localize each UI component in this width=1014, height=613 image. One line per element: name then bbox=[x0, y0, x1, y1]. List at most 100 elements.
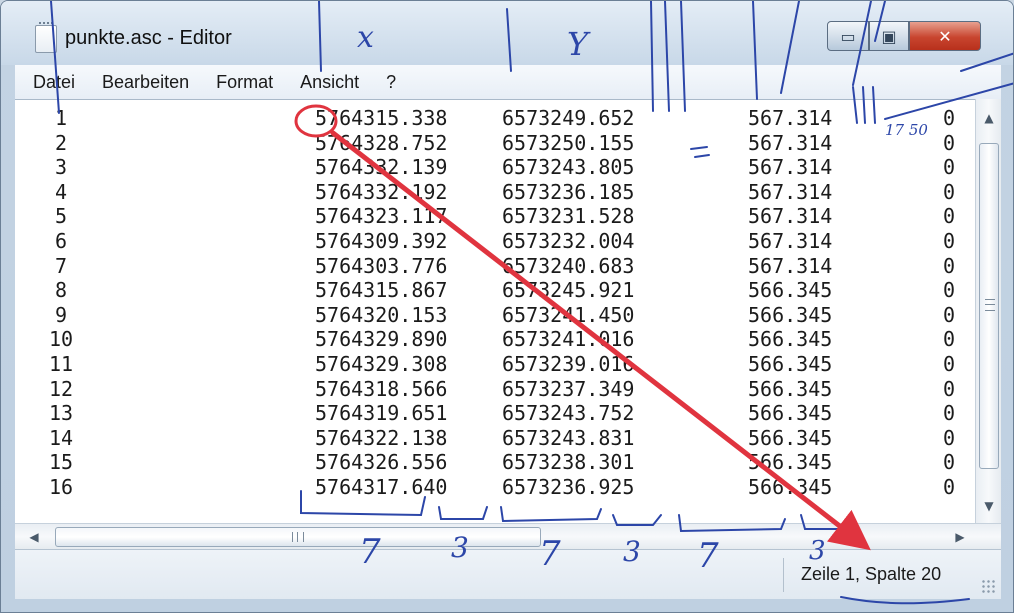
x-coordinate: 5764332.192 bbox=[315, 179, 448, 204]
text-line[interactable]: 1 5764315.338 6573249.652 567.314 0 bbox=[15, 106, 975, 130]
line-number: 14 bbox=[48, 425, 74, 450]
flag-value: 0 bbox=[943, 475, 956, 499]
menu-bearbeiten[interactable]: Bearbeiten bbox=[86, 72, 200, 93]
title-bar[interactable]: punkte.asc - Editor ▭ ▣ ✕ bbox=[1, 1, 1013, 65]
text-line[interactable]: 9 5764320.153 6573241.450 566.345 0 bbox=[15, 303, 975, 327]
text-line[interactable]: 7 5764303.776 6573240.683 567.314 0 bbox=[15, 254, 975, 278]
flag-value: 0 bbox=[943, 352, 956, 376]
flag-value: 0 bbox=[943, 376, 956, 401]
x-coordinate: 5764323.117 bbox=[315, 204, 448, 229]
text-line[interactable]: 12 5764318.566 6573237.349 566.345 0 bbox=[15, 377, 975, 401]
window-title: punkte.asc - Editor bbox=[65, 27, 232, 49]
line-number: 13 bbox=[48, 401, 74, 426]
text-line[interactable]: 15 5764326.556 6573238.301 566.345 0 bbox=[15, 450, 975, 474]
x-coordinate: 5764303.776 bbox=[315, 253, 448, 278]
text-line[interactable]: 2 5764328.752 6573250.155 567.314 0 bbox=[15, 131, 975, 155]
y-coordinate: 6573232.004 bbox=[502, 229, 635, 253]
y-coordinate: 6573245.921 bbox=[502, 278, 635, 303]
menu-ansicht[interactable]: Ansicht bbox=[284, 72, 370, 93]
z-value: 566.345 bbox=[748, 327, 833, 352]
cursor-position: Zeile 1, Spalte 20 bbox=[801, 564, 942, 584]
line-number: 11 bbox=[48, 352, 74, 376]
menu-datei[interactable]: Datei bbox=[15, 72, 86, 93]
scroll-right-arrow-icon[interactable]: ▶ bbox=[947, 524, 973, 550]
text-line[interactable]: 4 5764332.192 6573236.185 567.314 0 bbox=[15, 180, 975, 204]
text-line[interactable]: 11 5764329.308 6573239.016 566.345 0 bbox=[15, 352, 975, 376]
flag-value: 0 bbox=[943, 106, 956, 130]
menu-bar: Datei Bearbeiten Format Ansicht ? bbox=[15, 65, 1001, 99]
z-value: 567.314 bbox=[748, 204, 833, 229]
text-line[interactable]: 14 5764322.138 6573243.831 566.345 0 bbox=[15, 426, 975, 450]
minimize-button[interactable]: ▭ bbox=[827, 21, 869, 51]
text-line[interactable]: 10 5764329.890 6573241.016 566.345 0 bbox=[15, 327, 975, 351]
text-line[interactable]: 16 5764317.640 6573236.925 566.345 0 bbox=[15, 475, 975, 499]
x-coordinate: 5764315.867 bbox=[315, 278, 448, 303]
z-value: 566.345 bbox=[748, 376, 833, 401]
horizontal-grip-icon bbox=[292, 532, 304, 542]
resize-grip-icon[interactable] bbox=[981, 579, 995, 593]
y-coordinate: 6573243.805 bbox=[502, 155, 635, 180]
scroll-left-arrow-icon[interactable]: ◀ bbox=[21, 524, 47, 550]
x-coordinate: 5764317.640 bbox=[315, 475, 448, 499]
x-coordinate: 5764315.338 bbox=[315, 106, 448, 130]
z-value: 566.345 bbox=[748, 401, 833, 426]
x-coordinate: 5764320.153 bbox=[315, 302, 448, 327]
line-number: 4 bbox=[54, 179, 68, 204]
y-coordinate: 6573243.752 bbox=[502, 401, 635, 426]
y-coordinate: 6573243.831 bbox=[502, 425, 635, 450]
status-bar: Zeile 1, Spalte 20 bbox=[15, 549, 1001, 599]
line-number: 7 bbox=[54, 253, 68, 278]
z-value: 566.345 bbox=[748, 475, 833, 499]
x-coordinate: 5764329.308 bbox=[315, 352, 448, 376]
vertical-scroll-thumb[interactable] bbox=[979, 143, 999, 469]
text-line[interactable]: 13 5764319.651 6573243.752 566.345 0 bbox=[15, 401, 975, 425]
flag-value: 0 bbox=[943, 204, 956, 229]
maximize-icon: ▣ bbox=[881, 26, 897, 46]
line-number: 15 bbox=[48, 450, 74, 475]
text-line[interactable]: 6 5764309.392 6573232.004 567.314 0 bbox=[15, 229, 975, 253]
y-coordinate: 6573231.528 bbox=[502, 204, 635, 229]
text-line[interactable]: 3 5764332.139 6573243.805 567.314 0 bbox=[15, 155, 975, 179]
z-value: 566.345 bbox=[748, 278, 833, 303]
notepad-document-icon bbox=[35, 22, 57, 53]
y-coordinate: 6573236.925 bbox=[502, 475, 635, 499]
z-value: 567.314 bbox=[748, 130, 833, 155]
y-coordinate: 6573240.683 bbox=[502, 253, 635, 278]
flag-value: 0 bbox=[943, 450, 956, 475]
flag-value: 0 bbox=[943, 425, 956, 450]
close-icon: ✕ bbox=[938, 26, 952, 46]
x-coordinate: 5764318.566 bbox=[315, 376, 448, 401]
scroll-down-arrow-icon[interactable]: ▼ bbox=[976, 493, 1002, 519]
flag-value: 0 bbox=[943, 327, 956, 352]
text-line[interactable]: 8 5764315.867 6573245.921 566.345 0 bbox=[15, 278, 975, 302]
line-number: 12 bbox=[48, 376, 74, 401]
z-value: 567.314 bbox=[748, 179, 833, 204]
z-value: 566.345 bbox=[748, 302, 833, 327]
horizontal-scroll-thumb[interactable] bbox=[55, 527, 541, 547]
y-coordinate: 6573250.155 bbox=[502, 130, 635, 155]
menu-format[interactable]: Format bbox=[200, 72, 284, 93]
text-line[interactable]: 5 5764323.117 6573231.528 567.314 0 bbox=[15, 204, 975, 228]
x-coordinate: 5764309.392 bbox=[315, 229, 448, 253]
horizontal-scrollbar[interactable]: ◀ ▶ bbox=[15, 523, 1001, 549]
x-coordinate: 5764319.651 bbox=[315, 401, 448, 426]
z-value: 567.314 bbox=[748, 229, 833, 253]
line-number: 3 bbox=[54, 155, 68, 180]
editor-window: punkte.asc - Editor ▭ ▣ ✕ Datei Bearbeit… bbox=[0, 0, 1014, 613]
vertical-scrollbar[interactable]: ▲ ▼ bbox=[975, 99, 1001, 523]
maximize-button[interactable]: ▣ bbox=[869, 21, 909, 51]
y-coordinate: 6573241.450 bbox=[502, 302, 635, 327]
z-value: 567.314 bbox=[748, 253, 833, 278]
flag-value: 0 bbox=[943, 253, 956, 278]
status-separator bbox=[783, 558, 784, 592]
z-value: 566.345 bbox=[748, 425, 833, 450]
line-number: 2 bbox=[54, 130, 68, 155]
x-coordinate: 5764322.138 bbox=[315, 425, 448, 450]
z-value: 566.345 bbox=[748, 450, 833, 475]
text-area[interactable]: 1 5764315.338 6573249.652 567.314 0 2 5764328.… bbox=[15, 99, 1001, 523]
y-coordinate: 6573237.349 bbox=[502, 376, 635, 401]
scroll-up-arrow-icon[interactable]: ▲ bbox=[976, 105, 1002, 131]
menu-help[interactable]: ? bbox=[370, 72, 407, 93]
close-button[interactable]: ✕ bbox=[909, 21, 981, 51]
line-number: 5 bbox=[54, 204, 68, 229]
